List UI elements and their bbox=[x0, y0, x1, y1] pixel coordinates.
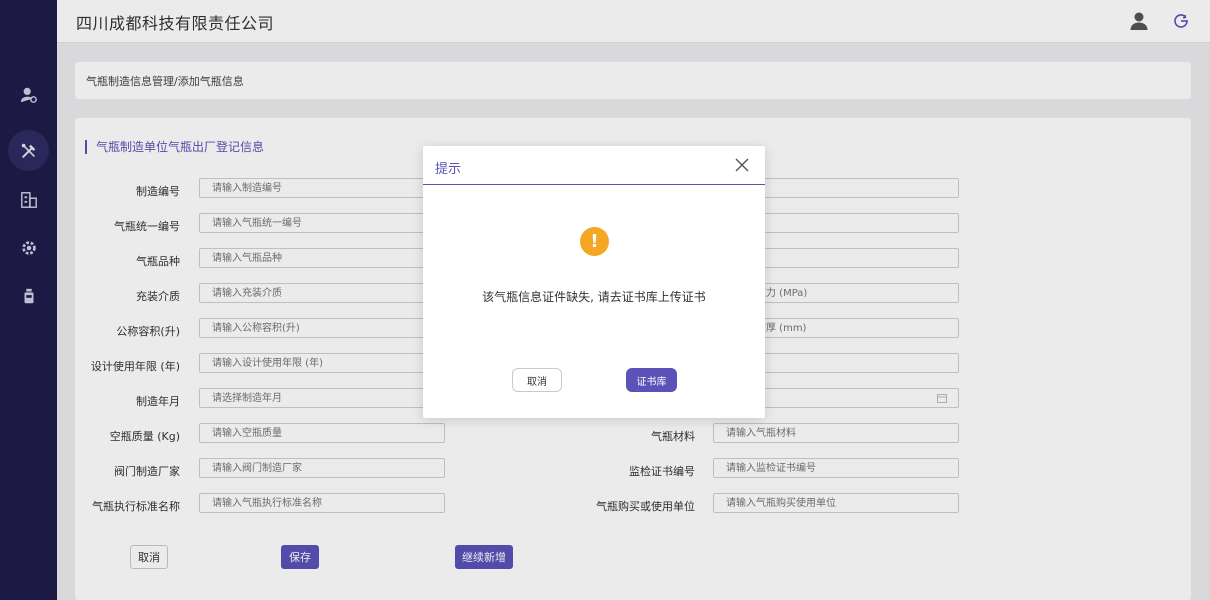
close-icon[interactable] bbox=[735, 158, 749, 172]
dialog-title: 提示 bbox=[435, 162, 462, 177]
dialog-message: 该气瓶信息证件缺失, 请去证书库上传证书 bbox=[482, 290, 706, 304]
warning-icon: ! bbox=[580, 227, 609, 256]
prompt-dialog: 提示 ! 该气瓶信息证件缺失, 请去证书库上传证书 取消 证书库 bbox=[423, 146, 765, 418]
certificate-library-button[interactable]: 证书库 bbox=[626, 368, 677, 392]
dialog-header: 提示 bbox=[423, 146, 765, 185]
dialog-cancel-button[interactable]: 取消 bbox=[512, 368, 562, 392]
